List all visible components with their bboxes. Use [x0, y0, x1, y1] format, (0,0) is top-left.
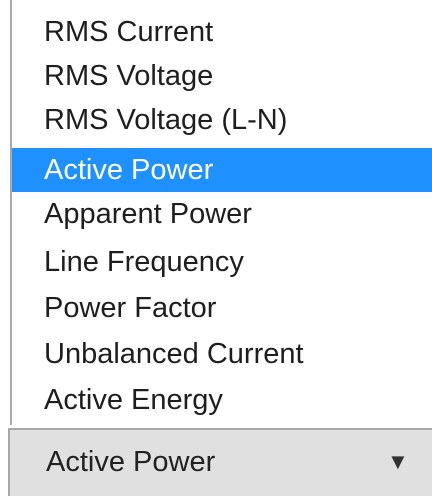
option-power-factor[interactable]: Power Factor [12, 286, 432, 330]
select-current-value: Active Power [46, 446, 216, 478]
option-active-power[interactable]: Active Power [12, 148, 432, 192]
option-label: Power Factor [44, 292, 217, 324]
option-rms-voltage-ln[interactable]: RMS Voltage (L-N) [12, 98, 432, 142]
option-label: RMS Current [44, 16, 214, 48]
option-label: Active Energy [44, 384, 223, 416]
option-apparent-power[interactable]: Apparent Power [12, 192, 432, 236]
option-unbalanced-current[interactable]: Unbalanced Current [12, 332, 432, 376]
option-label: Line Frequency [44, 246, 244, 278]
option-label: Active Power [44, 154, 214, 186]
option-active-energy[interactable]: Active Energy [12, 378, 432, 422]
triangle-down-icon[interactable]: ▼ [387, 430, 409, 494]
option-line-frequency[interactable]: Line Frequency [12, 240, 432, 284]
option-rms-current[interactable]: RMS Current [12, 10, 432, 54]
option-label: Unbalanced Current [44, 338, 304, 370]
option-label: RMS Voltage (L-N) [44, 104, 288, 136]
option-label: RMS Voltage [44, 60, 214, 92]
dropdown-options-list: RMS Current RMS Voltage RMS Voltage (L-N… [10, 0, 432, 425]
option-label: Apparent Power [44, 198, 252, 230]
measurement-select[interactable]: Active Power ▼ [8, 428, 432, 496]
option-rms-voltage[interactable]: RMS Voltage [12, 54, 432, 98]
